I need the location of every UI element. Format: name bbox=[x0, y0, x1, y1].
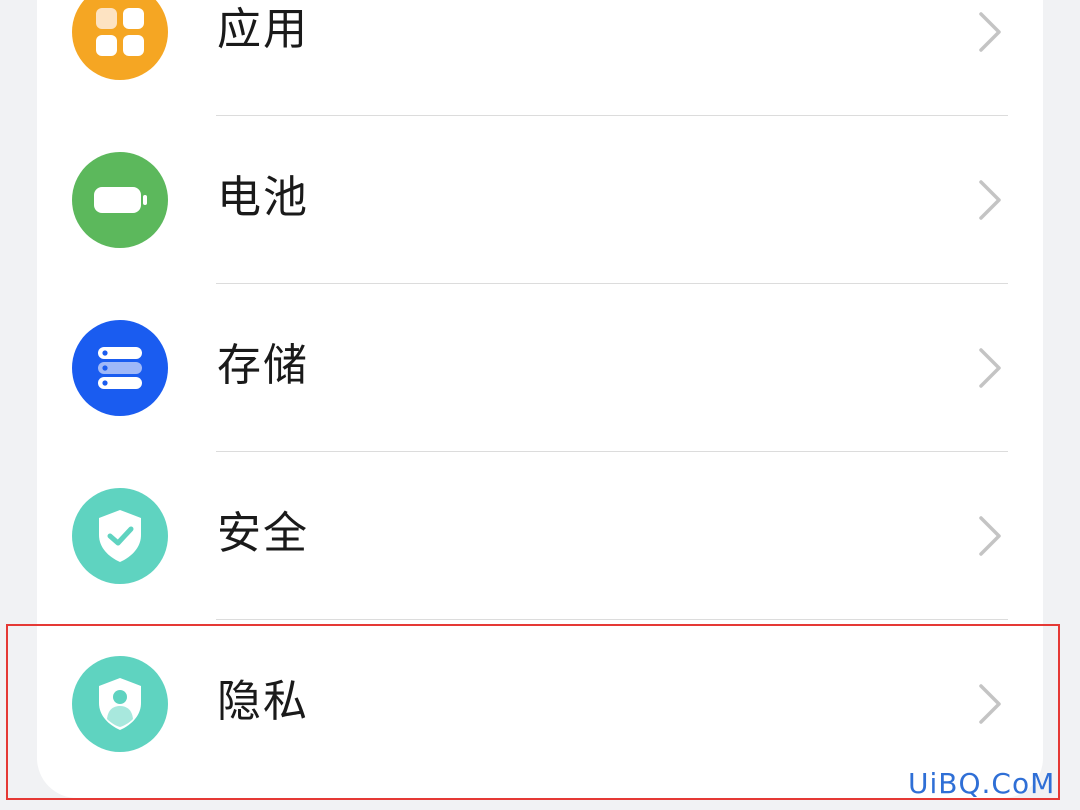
settings-item-storage[interactable]: 存储 bbox=[37, 284, 1043, 452]
settings-item-label: 应用 bbox=[217, 4, 309, 55]
chevron-right-icon bbox=[979, 348, 1001, 388]
storage-icon bbox=[72, 320, 168, 416]
chevron-right-icon bbox=[979, 12, 1001, 52]
settings-item-battery[interactable]: 电池 bbox=[37, 116, 1043, 284]
settings-item-security[interactable]: 安全 bbox=[37, 452, 1043, 620]
highlight-box bbox=[6, 624, 1060, 800]
settings-item-label: 安全 bbox=[217, 508, 309, 559]
watermark: UiBQ.CoM bbox=[908, 767, 1056, 800]
security-shield-icon bbox=[72, 488, 168, 584]
settings-item-label: 存储 bbox=[217, 340, 309, 391]
chevron-right-icon bbox=[979, 180, 1001, 220]
settings-item-apps[interactable]: 应用 bbox=[37, 0, 1043, 116]
chevron-right-icon bbox=[979, 516, 1001, 556]
battery-icon bbox=[72, 152, 168, 248]
settings-item-label: 电池 bbox=[217, 172, 309, 223]
apps-icon bbox=[72, 0, 168, 80]
